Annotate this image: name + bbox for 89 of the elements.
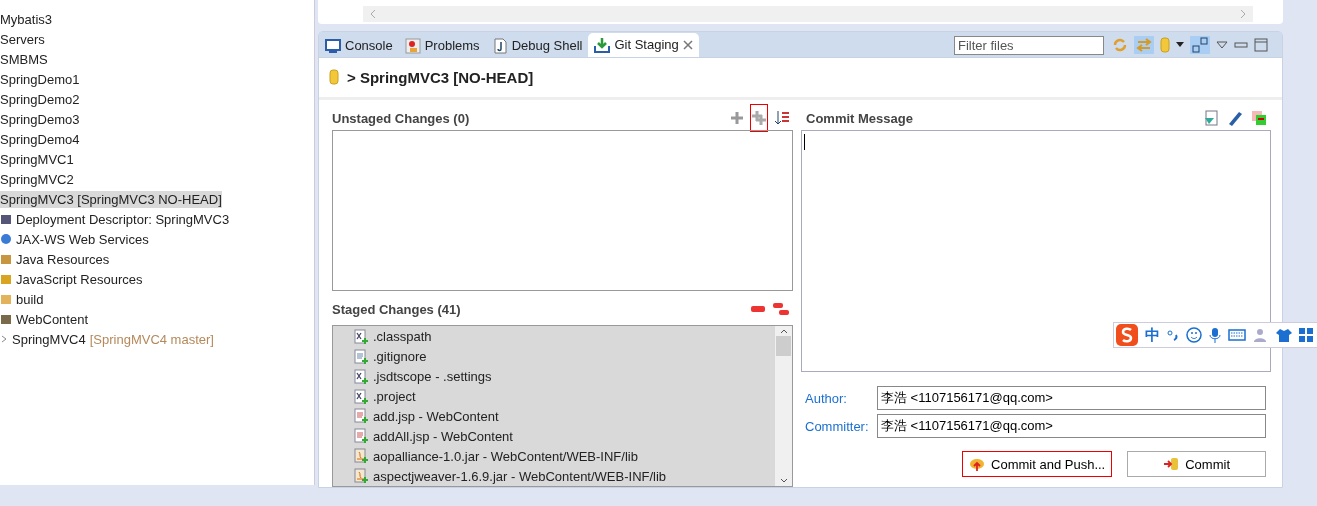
tree-item[interactable]: WebContent — [16, 310, 89, 328]
grid-icon[interactable] — [1299, 328, 1313, 342]
commit-and-push-button[interactable]: Commit and Push... — [962, 451, 1113, 477]
section-title: Unstaged Changes (0) — [332, 110, 470, 126]
keyboard-icon[interactable] — [1228, 329, 1246, 341]
tree-item[interactable]: JAX-WS Web Services — [16, 230, 149, 248]
view-tab[interactable]: Git Staging — [588, 32, 699, 57]
tree-item[interactable]: SpringDemo1 — [0, 70, 80, 88]
unstage-icon[interactable] — [751, 306, 765, 312]
minimize-icon[interactable] — [1234, 41, 1248, 48]
document-icon[interactable] — [1203, 110, 1219, 126]
view-tab[interactable]: Problems — [398, 34, 486, 57]
repository-icon[interactable] — [1160, 36, 1170, 53]
commit-message-field[interactable] — [801, 130, 1271, 372]
conflict-icon[interactable] — [1251, 110, 1267, 126]
section-title: Staged Changes (41) — [332, 301, 461, 317]
scroll-right-icon — [1239, 9, 1247, 19]
file-icon — [353, 388, 369, 405]
staged-file[interactable]: aopalliance-1.0.jar - WebContent/WEB-INF/lib — [373, 448, 638, 464]
branch-decoration: [SpringMVC4 master] — [89, 331, 214, 347]
commit-button[interactable]: Commit — [1127, 451, 1266, 477]
staged-file[interactable]: addAll.jsp - WebContent — [373, 428, 513, 444]
staged-file[interactable]: aspectjweaver-1.6.9.jar - WebContent/WEB-INF/lib — [373, 468, 667, 484]
scroll-left-icon — [369, 9, 377, 19]
view-tab[interactable]: Debug Shell — [485, 34, 589, 57]
staged-file[interactable]: .classpath — [373, 329, 432, 345]
tree-item[interactable]: SpringMVC3 [SpringMVC3 NO-HEAD] — [0, 190, 222, 208]
tree-item[interactable]: Mybatis3 — [0, 10, 53, 28]
staged-file[interactable]: .project — [373, 389, 416, 405]
file-icon — [353, 408, 369, 425]
repository-title: > SpringMVC3 [NO-HEAD] — [347, 68, 534, 86]
layout-toggle-icon[interactable] — [1190, 35, 1210, 54]
close-icon — [682, 39, 693, 50]
microphone-icon[interactable] — [1209, 327, 1221, 343]
file-icon — [353, 348, 369, 365]
tree-item[interactable]: Servers — [0, 30, 45, 48]
swap-arrows-icon[interactable] — [1134, 35, 1154, 54]
view-tab[interactable]: Console — [319, 34, 399, 57]
scroll-thumb[interactable] — [776, 336, 791, 356]
tree-item[interactable]: Deployment Descriptor: SpringMVC3 — [16, 210, 230, 228]
staged-file[interactable]: add.jsp - WebContent — [373, 408, 499, 424]
field-label: Author: — [804, 390, 848, 406]
horizontal-scrollbar[interactable] — [363, 6, 1253, 22]
staged-file[interactable]: .jsdtscope - .settings — [373, 369, 492, 385]
pencil-icon[interactable] — [1227, 110, 1243, 126]
maximize-icon[interactable] — [1254, 37, 1268, 52]
section-title: Commit Message — [806, 110, 913, 126]
unstage-all-icon[interactable] — [773, 303, 789, 315]
committer-field[interactable]: 李浩 <1107156171@qq.com> — [877, 414, 1266, 438]
author-field[interactable]: 李浩 <1107156171@qq.com> — [877, 386, 1266, 410]
chevron-icon — [0, 334, 8, 344]
console-icon — [325, 37, 341, 54]
cloud-upload-icon — [969, 456, 986, 472]
file-icon — [353, 328, 369, 345]
sync-icon[interactable] — [1112, 36, 1128, 53]
staged-file[interactable]: .gitignore — [373, 349, 427, 365]
jar-file-icon — [353, 448, 369, 465]
filter-field[interactable]: Filter files — [954, 35, 1104, 55]
tree-item[interactable]: SpringDemo4 — [0, 130, 80, 148]
tree-item[interactable]: Java Resources — [16, 250, 110, 268]
stage-all-icon[interactable] — [752, 111, 766, 125]
staging-icon — [594, 36, 611, 53]
jar-file-icon — [353, 468, 369, 485]
vertical-scrollbar[interactable] — [775, 326, 792, 486]
tree-item[interactable]: SpringDemo2 — [0, 90, 80, 108]
problems-icon — [404, 37, 421, 54]
punctuation-icon[interactable] — [1167, 328, 1179, 342]
input-mode-toggle[interactable]: 中 — [1145, 325, 1160, 345]
field-label: Committer: — [804, 418, 870, 434]
dropdown-caret-icon[interactable] — [1176, 42, 1184, 48]
view-menu-icon[interactable] — [1216, 40, 1228, 49]
user-icon[interactable] — [1253, 327, 1269, 343]
repository-icon — [329, 69, 339, 86]
tree-item[interactable]: SpringMVC1 — [0, 150, 74, 168]
globe-icon — [0, 232, 12, 246]
tree-item[interactable]: build — [16, 290, 44, 308]
commit-icon — [1163, 456, 1180, 472]
shirt-icon[interactable] — [1276, 327, 1292, 343]
debug-shell-icon — [491, 37, 508, 54]
tree-item[interactable]: SMBMS — [0, 50, 48, 68]
file-icon — [353, 428, 369, 445]
smiley-icon[interactable] — [1186, 327, 1202, 343]
stage-icon[interactable] — [731, 112, 743, 124]
tree-item[interactable]: SpringDemo3 — [0, 110, 80, 128]
tree-item[interactable]: SpringMVC4 — [12, 330, 86, 348]
tree-item[interactable]: SpringMVC2 — [0, 170, 74, 188]
tree-item[interactable]: JavaScript Resources — [16, 270, 143, 288]
sort-icon[interactable] — [775, 111, 789, 125]
file-icon — [353, 368, 369, 385]
